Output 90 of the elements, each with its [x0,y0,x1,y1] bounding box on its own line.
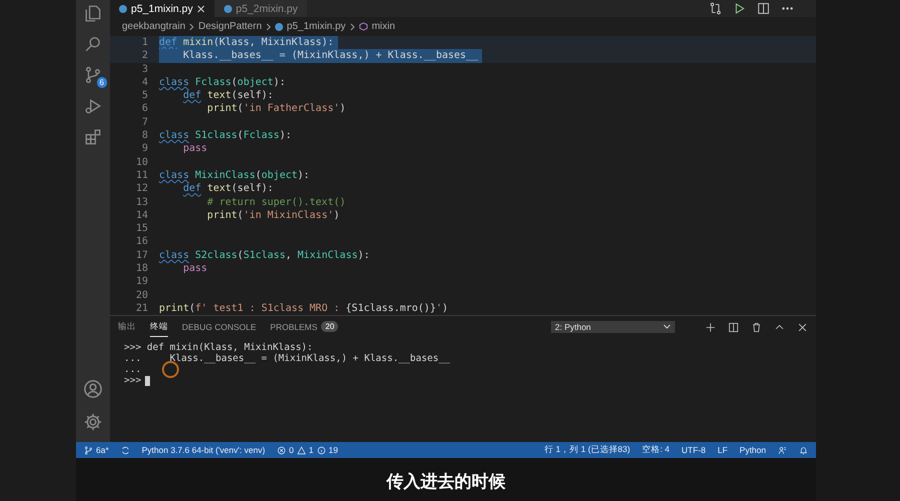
source-control-icon[interactable] [84,66,102,84]
python-file-icon [274,22,283,30]
count-badge: 20 [321,321,338,332]
terminal-line: >>> def mixin(Klass, MixinKlass): [124,342,313,354]
line-number: 17 [134,248,149,262]
status-item[interactable]: LF [718,445,728,455]
code-line: # return super().text() [206,196,347,209]
terminal-select[interactable]: 2: Python [551,321,675,334]
status-item[interactable]: 行 1，列 1 (已选择83) [544,444,630,456]
code-line: def text(self): [182,182,274,196]
settings-icon[interactable] [83,412,103,432]
search-icon[interactable] [84,35,102,53]
line-number: 13 [134,196,149,209]
line-number: 10 [134,156,149,169]
status-item[interactable]: Python [740,445,766,455]
text-cursor [145,376,150,386]
account-icon[interactable] [83,379,103,399]
info-icon[interactable] [316,446,326,454]
status-item[interactable]: 空格: 4 [642,444,670,456]
line-number: 16 [134,235,149,249]
files-icon[interactable] [84,4,102,22]
warning-icon[interactable] [296,446,306,454]
line-number: 4 [140,76,149,90]
panel-tab[interactable]: PROBLEMS 20 [270,318,338,336]
breadcrumb-item[interactable]: p5_1mixin.py [286,21,346,32]
editor-tab[interactable]: p5_2mixin.py [214,0,308,17]
code-line: print('in MixinClass') [206,208,341,222]
close-icon[interactable] [196,4,205,12]
line-number: 2 [140,49,149,63]
code-line: print('in FatherClass') [206,102,347,116]
run-icon[interactable] [733,2,746,15]
status-item[interactable]: UTF-8 [682,445,706,455]
chevron-down-icon [663,324,671,330]
line-number: 21 [134,302,149,316]
breadcrumb-item[interactable]: geekbangtrain [122,21,186,32]
breadcrumb-item[interactable]: mixin [372,21,396,32]
trash-icon[interactable] [751,322,762,333]
code-line: class Fclass(object): [159,76,286,90]
changes-badge: 6 [96,77,107,88]
terminal-line: ... Klass.__bases__ = (MixinKlass,) + Klass.__bases__ [124,353,450,364]
compare-changes-icon[interactable] [709,2,722,15]
line-number: 20 [134,288,149,302]
code-line: def text(self): [182,89,274,102]
line-number: 12 [134,182,149,196]
code-line: class S2class(S1class, MixinClass): [159,248,371,262]
python-file-icon [119,4,127,12]
cube-icon [358,22,368,31]
code-line: pass [182,142,208,156]
line-number: 7 [140,116,149,130]
split-editor-icon[interactable] [757,2,770,15]
line-number: 18 [134,262,149,276]
code-line: class MixinClass(object): [159,168,311,182]
run-debug-icon[interactable] [84,97,102,115]
panel-tab[interactable]: 输出 [118,318,136,337]
bell-icon[interactable] [799,446,808,454]
line-number: 3 [140,62,149,76]
error-icon[interactable] [277,446,286,454]
interpreter-label[interactable]: Python 3.7.6 64-bit ('venv': venv) [142,445,266,455]
extensions-icon[interactable] [84,128,102,146]
branch-icon[interactable] [84,446,93,454]
line-number: 1 [140,36,149,50]
line-number: 9 [140,142,149,156]
editor-tab[interactable]: p5_1mixin.py [110,0,215,17]
chevron-right-icon [266,22,271,30]
feedback-icon[interactable] [778,446,787,454]
code-line: class S1class(Fclass): [159,129,292,142]
panel-tab[interactable]: DEBUG CONSOLE [182,318,256,336]
breadcrumb-item[interactable]: DesignPattern [198,21,262,32]
code-line: print(f' test1 : S1class MRO : {S1class.mro()}') [159,302,450,316]
sync-icon[interactable] [120,446,130,454]
code-line: pass [182,262,208,276]
branch-indicator[interactable]: 6a* [84,445,109,455]
plus-icon[interactable] [705,322,716,333]
line-number: 8 [140,129,149,142]
line-number: 5 [140,89,149,102]
split-terminal-icon[interactable] [728,322,739,333]
line-number: 14 [134,208,149,222]
subtitle: 传入进去的时候 [386,471,506,492]
line-number: 19 [134,275,149,289]
panel-tab[interactable]: 终端 [150,318,168,337]
close-icon[interactable] [797,322,808,333]
chevron-right-icon [189,22,194,30]
chevron-right-icon [350,22,355,30]
line-number: 15 [134,222,149,236]
line-number: 11 [134,168,149,182]
line-number: 6 [140,102,149,116]
problems-indicator[interactable]: 0 1 19 [277,445,338,455]
terminal-line: >>> [124,375,142,386]
terminal-line: ... [124,364,142,376]
python-file-icon [224,4,232,12]
